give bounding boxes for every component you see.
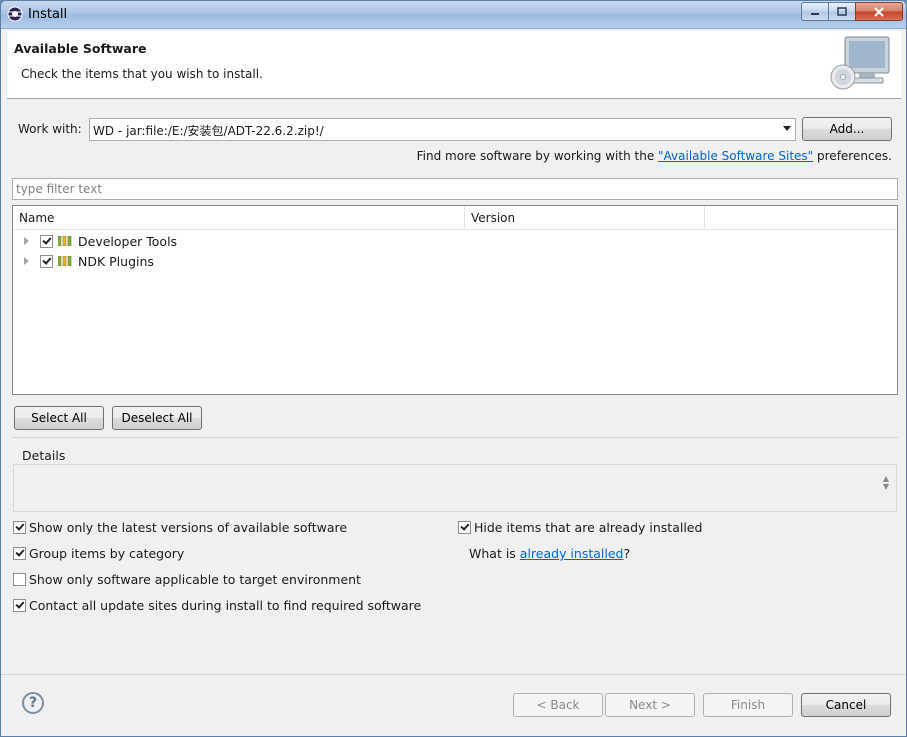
software-tree[interactable]: Name Version Developer Tools NDK Plugins — [12, 205, 898, 395]
hide-installed-label[interactable]: Hide items that are already installed — [474, 520, 702, 535]
deselect-all-button[interactable]: Deselect All — [112, 406, 202, 430]
developer-tools-checkbox[interactable] — [40, 235, 53, 248]
help-icon[interactable]: ? — [22, 692, 44, 714]
work-with-value: WD - jar:file:/E:/安装包/ADT-22.6.2.zip!/ — [93, 124, 324, 138]
what-is-suffix: ? — [623, 546, 631, 561]
install-dialog: Install Available Software Check the ite… — [0, 0, 907, 737]
contact-sites-label[interactable]: Contact all update sites during install … — [29, 598, 421, 613]
work-with-combo[interactable]: WD - jar:file:/E:/安装包/ADT-22.6.2.zip!/ — [89, 118, 796, 141]
minimize-icon — [811, 12, 819, 15]
close-icon — [874, 6, 884, 17]
available-sites-hint: Find more software by working with the "… — [417, 149, 892, 163]
latest-versions-label[interactable]: Show only the latest versions of availab… — [29, 520, 347, 535]
finish-button[interactable]: Finish — [703, 693, 793, 717]
ndk-plugins-checkbox[interactable] — [40, 255, 53, 268]
tree-row-developer-tools[interactable]: Developer Tools — [13, 231, 897, 251]
details-scroll-arrows-icon[interactable]: ▲ ▼ — [880, 475, 892, 493]
filter-input[interactable]: type filter text — [12, 178, 898, 200]
next-button[interactable]: Next > — [605, 693, 695, 717]
dropdown-arrow-icon[interactable] — [783, 126, 791, 131]
footer-separator — [1, 674, 906, 675]
maximize-button[interactable] — [828, 2, 856, 21]
expand-arrow-icon[interactable] — [24, 257, 29, 265]
hint-prefix: Find more software by working with the — [416, 149, 659, 163]
details-separator — [12, 437, 898, 438]
select-all-button[interactable]: Select All — [14, 406, 104, 430]
cancel-button[interactable]: Cancel — [801, 693, 891, 717]
column-version[interactable]: Version — [465, 206, 705, 230]
wizard-header: Available Software Check the items that … — [7, 31, 901, 99]
applicable-only-checkbox[interactable] — [13, 573, 26, 586]
close-button[interactable] — [855, 2, 903, 21]
window-title: Install — [28, 7, 68, 22]
maximize-icon — [837, 7, 847, 16]
already-installed-link[interactable]: already installed — [520, 546, 624, 561]
tree-row-ndk-plugins[interactable]: NDK Plugins — [13, 251, 897, 271]
package-icon — [58, 236, 72, 246]
hide-installed-checkbox[interactable] — [458, 521, 471, 534]
install-banner-icon — [830, 36, 890, 90]
applicable-only-label[interactable]: Show only software applicable to target … — [29, 572, 361, 587]
eclipse-icon — [7, 6, 23, 22]
details-title: Details — [22, 448, 66, 463]
hint-suffix: preferences. — [813, 149, 892, 163]
title-bar: Install — [1, 1, 906, 29]
what-is-prefix: What is — [469, 546, 520, 561]
minimize-button[interactable] — [801, 2, 829, 21]
tree-row-label: NDK Plugins — [78, 254, 154, 269]
group-by-category-checkbox[interactable] — [13, 547, 26, 560]
contact-sites-checkbox[interactable] — [13, 599, 26, 612]
page-title: Available Software — [14, 41, 147, 56]
back-button[interactable]: < Back — [513, 693, 603, 717]
add-site-button[interactable]: Add... — [802, 117, 892, 141]
work-with-label: Work with: — [18, 122, 82, 136]
page-description: Check the items that you wish to install… — [21, 67, 263, 81]
tree-header: Name Version — [13, 206, 897, 230]
details-area: ▲ ▼ — [13, 464, 897, 512]
expand-arrow-icon[interactable] — [24, 237, 29, 245]
tree-row-label: Developer Tools — [78, 234, 178, 249]
latest-versions-checkbox[interactable] — [13, 521, 26, 534]
what-is-installed-line: What is already installed? — [469, 546, 630, 561]
available-software-sites-link[interactable]: "Available Software Sites" — [658, 149, 813, 163]
package-icon — [58, 256, 72, 266]
group-by-category-label[interactable]: Group items by category — [29, 546, 184, 561]
column-name[interactable]: Name — [13, 206, 465, 230]
